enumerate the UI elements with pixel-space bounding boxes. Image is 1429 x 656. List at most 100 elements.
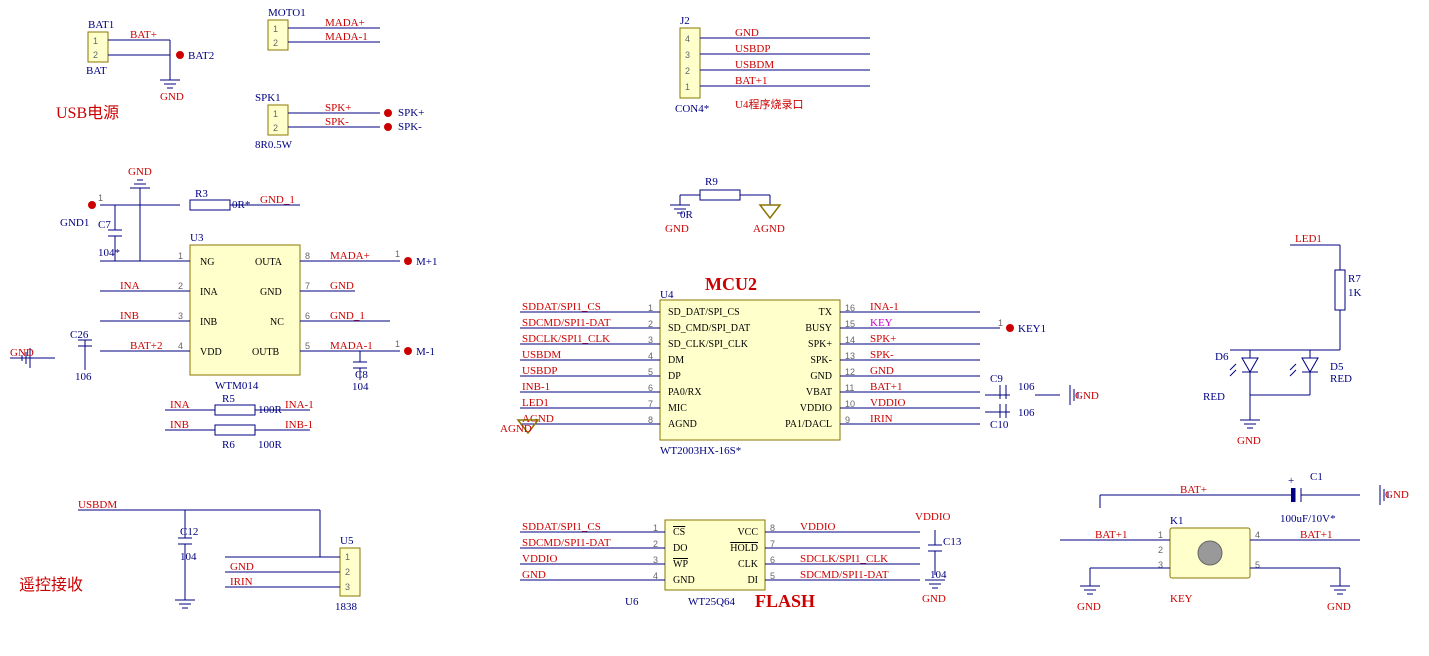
svg-text:SPK-: SPK- bbox=[810, 355, 832, 366]
svg-text:GND: GND bbox=[1075, 390, 1099, 402]
svg-text:VCC: VCC bbox=[737, 527, 758, 538]
svg-text:106: 106 bbox=[1018, 407, 1035, 419]
svg-text:GND: GND bbox=[1077, 601, 1101, 613]
svg-text:AGND: AGND bbox=[500, 423, 532, 435]
svg-text:BUSY: BUSY bbox=[805, 323, 832, 334]
svg-text:KEY1: KEY1 bbox=[1018, 323, 1046, 335]
svg-text:R6: R6 bbox=[222, 439, 235, 451]
svg-text:INA: INA bbox=[120, 280, 140, 292]
svg-text:100R: 100R bbox=[258, 404, 283, 416]
svg-text:VDDIO: VDDIO bbox=[522, 553, 557, 565]
led-section: LED1 R7 1K D5 RED D6 RED GND bbox=[1203, 233, 1362, 447]
flash-title: FLASH bbox=[755, 591, 815, 611]
svg-text:SPK+: SPK+ bbox=[325, 102, 351, 114]
svg-text:8R0.5W: 8R0.5W bbox=[255, 139, 293, 151]
svg-text:GND_1: GND_1 bbox=[260, 194, 295, 206]
svg-text:C1: C1 bbox=[1310, 471, 1323, 483]
svg-text:MADA+: MADA+ bbox=[330, 250, 370, 262]
svg-text:OUTB: OUTB bbox=[252, 347, 280, 358]
svg-text:GND: GND bbox=[1385, 489, 1409, 501]
svg-text:SD_CLK/SPI_CLK: SD_CLK/SPI_CLK bbox=[668, 339, 749, 350]
svg-text:LED1: LED1 bbox=[522, 397, 549, 409]
svg-text:C7: C7 bbox=[98, 219, 111, 231]
svg-text:VDDIO: VDDIO bbox=[915, 511, 950, 523]
svg-text:1: 1 bbox=[98, 193, 103, 203]
svg-text:J2: J2 bbox=[680, 15, 690, 27]
svg-text:SPK-: SPK- bbox=[870, 349, 894, 361]
svg-text:RED: RED bbox=[1203, 391, 1225, 403]
svg-text:TX: TX bbox=[819, 307, 833, 318]
svg-text:INB: INB bbox=[170, 419, 189, 431]
svg-text:GND: GND bbox=[230, 561, 254, 573]
svg-text:K1: K1 bbox=[1170, 515, 1183, 527]
svg-text:GND: GND bbox=[160, 91, 184, 103]
svg-text:C26: C26 bbox=[70, 329, 89, 341]
svg-text:INB-1: INB-1 bbox=[522, 381, 550, 393]
u5-component: U5 1838 1 2 3 GND IRIN bbox=[225, 535, 360, 613]
svg-text:GND: GND bbox=[870, 365, 894, 377]
svg-text:R5: R5 bbox=[222, 393, 235, 405]
svg-text:SD_CMD/SPI_DAT: SD_CMD/SPI_DAT bbox=[668, 323, 750, 334]
svg-text:USBDM: USBDM bbox=[522, 349, 561, 361]
svg-text:8: 8 bbox=[305, 251, 310, 261]
c9-c10: C9 106 C10 106 GND bbox=[985, 373, 1099, 431]
svg-text:U3: U3 bbox=[190, 232, 204, 244]
svg-text:WTM014: WTM014 bbox=[215, 380, 259, 392]
svg-text:INB: INB bbox=[200, 317, 218, 328]
k1-section: K1 KEY 1 2 3 4 5 BAT+1 GND BAT+1 GND BAT… bbox=[1060, 471, 1409, 613]
svg-text:1: 1 bbox=[998, 318, 1003, 328]
svg-text:PA0/RX: PA0/RX bbox=[668, 387, 702, 398]
c13-component: C13 104 VDDIO GND bbox=[915, 511, 962, 605]
svg-text:GND: GND bbox=[665, 223, 689, 235]
svg-text:1: 1 bbox=[273, 109, 278, 119]
moto1-component: MOTO1 1 2 MADA+ MADA-1 bbox=[268, 7, 380, 50]
svg-text:MADA-1: MADA-1 bbox=[330, 340, 373, 352]
r9-component: R9 0R GND AGND bbox=[665, 176, 785, 235]
svg-text:2: 2 bbox=[1158, 545, 1163, 555]
svg-text:BAT+1: BAT+1 bbox=[870, 381, 902, 393]
svg-text:U4程序烧录口: U4程序烧录口 bbox=[735, 97, 803, 111]
svg-text:BAT+: BAT+ bbox=[130, 29, 157, 41]
svg-text:SDDAT/SPI1_CS: SDDAT/SPI1_CS bbox=[522, 521, 601, 533]
svg-text:C13: C13 bbox=[943, 536, 962, 548]
svg-text:RED: RED bbox=[1330, 373, 1352, 385]
svg-text:DP: DP bbox=[668, 371, 681, 382]
svg-text:GND: GND bbox=[330, 280, 354, 292]
svg-text:0R: 0R bbox=[680, 209, 694, 221]
svg-text:106: 106 bbox=[1018, 381, 1035, 393]
svg-text:C10: C10 bbox=[990, 419, 1009, 431]
svg-text:CLK: CLK bbox=[738, 559, 759, 570]
svg-text:MADA+: MADA+ bbox=[325, 17, 365, 29]
svg-text:1838: 1838 bbox=[335, 601, 358, 613]
svg-text:INA-1: INA-1 bbox=[285, 399, 314, 411]
svg-text:NC: NC bbox=[270, 317, 284, 328]
svg-text:1: 1 bbox=[273, 24, 278, 34]
svg-text:INA: INA bbox=[170, 399, 190, 411]
svg-text:WT2003HX-16S*: WT2003HX-16S* bbox=[660, 445, 741, 457]
svg-text:104*: 104* bbox=[98, 247, 120, 259]
svg-text:104: 104 bbox=[352, 381, 369, 393]
mcu2-title: MCU2 bbox=[705, 274, 757, 294]
svg-text:WP: WP bbox=[673, 559, 688, 570]
svg-text:1: 1 bbox=[685, 82, 690, 92]
svg-text:GND: GND bbox=[1327, 601, 1351, 613]
svg-text:MIC: MIC bbox=[668, 403, 687, 414]
svg-text:GND: GND bbox=[128, 166, 152, 178]
svg-text:VDD: VDD bbox=[200, 347, 222, 358]
u3-component: U3 WTM014 NG1 INA2 INB3 VDD4 OUTA8 GND7 … bbox=[100, 232, 437, 392]
svg-text:AGND: AGND bbox=[668, 419, 697, 430]
svg-text:1: 1 bbox=[178, 251, 183, 261]
bat1-component: BAT1 1 2 BAT BAT+ BAT2 GND bbox=[86, 19, 214, 103]
svg-text:SPK+: SPK+ bbox=[398, 107, 424, 119]
j2-component: J2 4 3 2 1 CON4* GND USBDP USBDM BAT+1 U… bbox=[675, 15, 870, 115]
svg-text:D5: D5 bbox=[1330, 361, 1344, 373]
svg-text:IRIN: IRIN bbox=[230, 576, 253, 588]
cpldm-c12: USBDM C12 104 bbox=[78, 499, 320, 608]
svg-text:3: 3 bbox=[345, 582, 350, 592]
spk1-component: SPK1 1 2 8R0.5W SPK+ SPK- SPK+ SPK- bbox=[255, 92, 424, 151]
schematic-canvas: BAT1 1 2 BAT BAT+ BAT2 GND USB电源 MOTO1 1… bbox=[0, 0, 1429, 653]
r5-r6: R5 100R INA INA-1 R6 100R INB INB-1 bbox=[165, 393, 314, 451]
svg-text:2: 2 bbox=[178, 281, 183, 291]
svg-text:SDCMD/SPI1-DAT: SDCMD/SPI1-DAT bbox=[800, 569, 889, 581]
svg-text:MOTO1: MOTO1 bbox=[268, 7, 306, 19]
